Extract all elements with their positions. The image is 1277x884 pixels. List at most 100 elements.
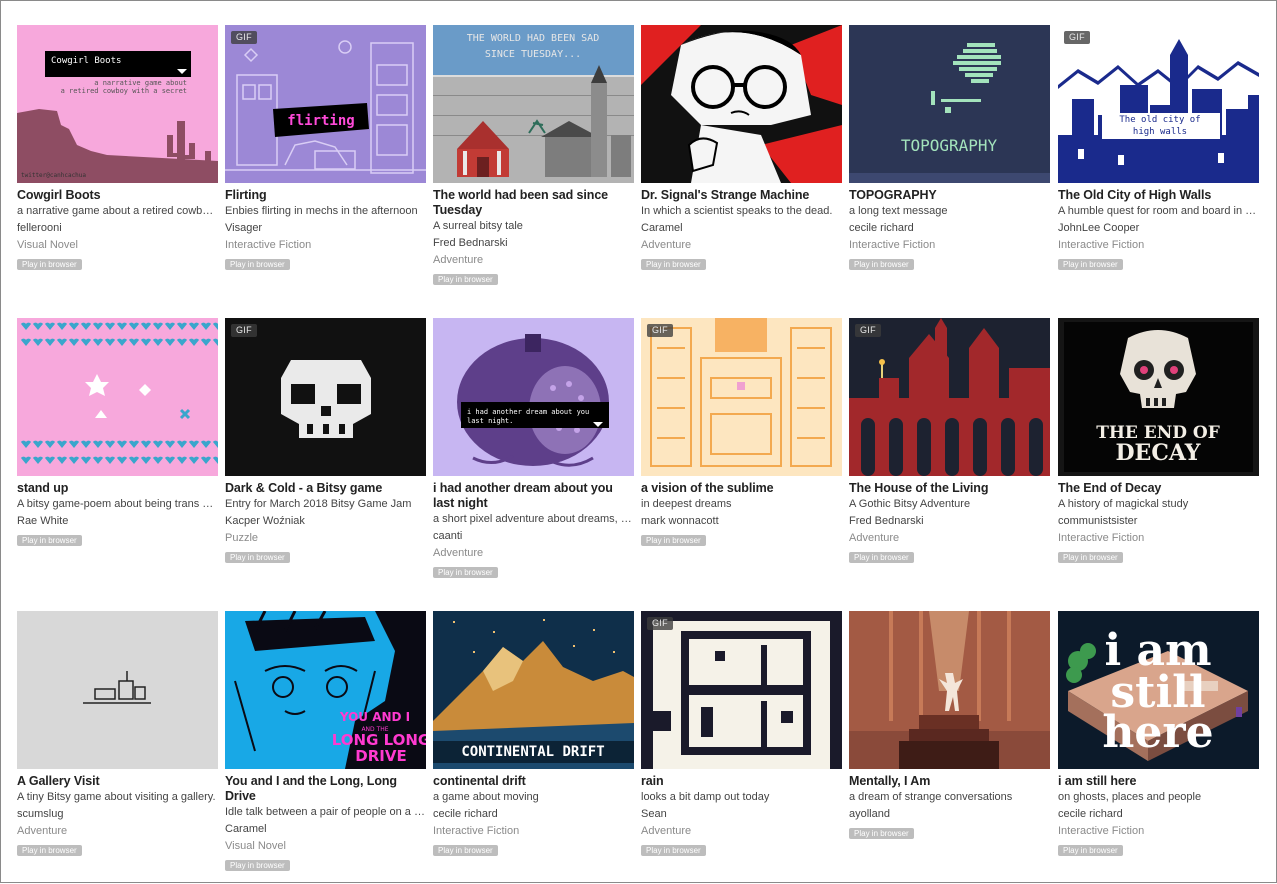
game-card[interactable]: GIF a vision of the sublime in deepest dre…	[641, 318, 842, 548]
game-title[interactable]: continental drift	[433, 774, 634, 789]
game-title[interactable]: You and I and the Long, Long Drive	[225, 774, 426, 804]
game-thumbnail[interactable]	[849, 611, 1050, 769]
play-in-browser-badge[interactable]: Play in browser	[17, 845, 82, 856]
game-author[interactable]: caanti	[433, 528, 634, 545]
game-genre[interactable]: Visual Novel	[17, 237, 218, 254]
game-title[interactable]: Dr. Signal's Strange Machine	[641, 188, 842, 203]
play-in-browser-badge[interactable]: Play in browser	[849, 259, 914, 270]
play-in-browser-badge[interactable]: Play in browser	[433, 845, 498, 856]
game-thumbnail[interactable]	[17, 318, 218, 476]
game-author[interactable]: Fred Bednarski	[433, 235, 634, 252]
play-in-browser-badge[interactable]: Play in browser	[1058, 552, 1123, 563]
game-title[interactable]: rain	[641, 774, 842, 789]
game-genre[interactable]: Interactive Fiction	[849, 237, 1050, 254]
game-title[interactable]: Flirting	[225, 188, 426, 203]
game-genre[interactable]: Adventure	[17, 823, 218, 840]
game-author[interactable]: Fred Bednarski	[849, 513, 1050, 530]
game-genre[interactable]: Interactive Fiction	[225, 237, 426, 254]
game-title[interactable]: The End of Decay	[1058, 481, 1259, 496]
play-in-browser-badge[interactable]: Play in browser	[225, 552, 290, 563]
game-thumbnail[interactable]: YOU AND I AND THE LONG LONG DRIVE	[225, 611, 426, 769]
game-card[interactable]: CONTINENTAL DRIFT continental drift a game…	[433, 611, 634, 858]
game-card[interactable]: GIF rain looks a bit damp out today Sean Adv…	[641, 611, 842, 858]
play-in-browser-badge[interactable]: Play in browser	[849, 828, 914, 839]
game-author[interactable]: cecile richard	[849, 220, 1050, 237]
game-author[interactable]: JohnLee Cooper	[1058, 220, 1259, 237]
play-in-browser-badge[interactable]: Play in browser	[849, 552, 914, 563]
game-card[interactable]: GIF Dark & Cold - a Bitsy game Entry for M…	[225, 318, 426, 565]
play-in-browser-badge[interactable]: Play in browser	[1058, 259, 1123, 270]
game-card[interactable]: flirting GIF Flirting Enbies flirting in me…	[225, 25, 426, 272]
game-title[interactable]: Cowgirl Boots	[17, 188, 218, 203]
game-title[interactable]: i had another dream about you last night	[433, 481, 634, 511]
play-in-browser-badge[interactable]: Play in browser	[225, 259, 290, 270]
game-author[interactable]: Caramel	[641, 220, 842, 237]
play-in-browser-badge[interactable]: Play in browser	[17, 259, 82, 270]
game-genre[interactable]: Adventure	[641, 823, 842, 840]
game-genre[interactable]: Adventure	[433, 545, 634, 562]
play-in-browser-badge[interactable]: Play in browser	[641, 535, 706, 546]
game-title[interactable]: The Old City of High Walls	[1058, 188, 1259, 203]
game-thumbnail[interactable]	[17, 611, 218, 769]
game-genre[interactable]: Interactive Fiction	[1058, 823, 1259, 840]
game-title[interactable]: stand up	[17, 481, 218, 496]
play-in-browser-badge[interactable]: Play in browser	[1058, 845, 1123, 856]
game-card[interactable]: Cowgirl Boots a narrative game about a ret…	[17, 25, 218, 272]
game-title[interactable]: i am still here	[1058, 774, 1259, 789]
game-author[interactable]: fellerooni	[17, 220, 218, 237]
game-title[interactable]: The world had been sad since Tuesday	[433, 188, 634, 218]
game-author[interactable]: Caramel	[225, 821, 426, 838]
game-thumbnail[interactable]: GIF	[849, 318, 1050, 476]
game-genre[interactable]: Adventure	[849, 530, 1050, 547]
game-title[interactable]: The House of the Living	[849, 481, 1050, 496]
game-card[interactable]: YOU AND I AND THE LONG LONG DRIVE You and I …	[225, 611, 426, 873]
game-thumbnail[interactable]	[641, 25, 842, 183]
play-in-browser-badge[interactable]: Play in browser	[433, 567, 498, 578]
game-thumbnail[interactable]: flirting GIF	[225, 25, 426, 183]
game-author[interactable]: scumslug	[17, 806, 218, 823]
play-in-browser-badge[interactable]: Play in browser	[433, 274, 498, 285]
game-title[interactable]: A Gallery Visit	[17, 774, 218, 789]
game-genre[interactable]: Puzzle	[225, 530, 426, 547]
play-in-browser-badge[interactable]: Play in browser	[641, 845, 706, 856]
game-title[interactable]: Dark & Cold - a Bitsy game	[225, 481, 426, 496]
game-author[interactable]: communistsister	[1058, 513, 1259, 530]
game-title[interactable]: a vision of the sublime	[641, 481, 842, 496]
game-card[interactable]: A Gallery Visit A tiny Bitsy game about v…	[17, 611, 218, 858]
game-author[interactable]: mark wonnacott	[641, 513, 842, 530]
game-card[interactable]: Dr. Signal's Strange Machine In which a s…	[641, 25, 842, 272]
game-card[interactable]: TOPOGRAPHY TOPOGRAPHY a long text message c…	[849, 25, 1050, 272]
game-card[interactable]: THE WORLD HAD BEEN SAD SINCE TUESDAY... Th…	[433, 25, 634, 287]
game-card[interactable]: stand up A bitsy game-poem about being tr…	[17, 318, 218, 548]
game-thumbnail[interactable]: i had another dream about you last night.	[433, 318, 634, 476]
game-genre[interactable]: Visual Novel	[225, 838, 426, 855]
play-in-browser-badge[interactable]: Play in browser	[641, 259, 706, 270]
game-thumbnail[interactable]: The old city of high walls GIF	[1058, 25, 1259, 183]
game-thumbnail[interactable]: TOPOGRAPHY	[849, 25, 1050, 183]
game-author[interactable]: Visager	[225, 220, 426, 237]
game-thumbnail[interactable]: THE END OF DECAY	[1058, 318, 1259, 476]
game-author[interactable]: Rae White	[17, 513, 218, 530]
game-author[interactable]: Kacper Woźniak	[225, 513, 426, 530]
game-author[interactable]: ayolland	[849, 806, 1050, 823]
game-card[interactable]: GIF The House of the Living A Gothic Bitsy…	[849, 318, 1050, 565]
game-genre[interactable]: Adventure	[641, 237, 842, 254]
game-author[interactable]: cecile richard	[1058, 806, 1259, 823]
game-title[interactable]: TOPOGRAPHY	[849, 188, 1050, 203]
game-genre[interactable]: Adventure	[433, 252, 634, 269]
game-thumbnail[interactable]: i am still here	[1058, 611, 1259, 769]
game-card[interactable]: Mentally, I Am a dream of strange convers…	[849, 611, 1050, 841]
game-thumbnail[interactable]: THE WORLD HAD BEEN SAD SINCE TUESDAY...	[433, 25, 634, 183]
game-author[interactable]: Sean	[641, 806, 842, 823]
game-card[interactable]: THE END OF DECAY The End of Decay A history…	[1058, 318, 1259, 565]
game-thumbnail[interactable]: Cowgirl Boots a narrative game about a ret…	[17, 25, 218, 183]
game-thumbnail[interactable]: GIF	[641, 611, 842, 769]
play-in-browser-badge[interactable]: Play in browser	[225, 860, 290, 871]
game-card[interactable]: i am still here i am still here on ghosts, p…	[1058, 611, 1259, 858]
game-card[interactable]: i had another dream about you last night.…	[433, 318, 634, 580]
game-thumbnail[interactable]: CONTINENTAL DRIFT	[433, 611, 634, 769]
play-in-browser-badge[interactable]: Play in browser	[17, 535, 82, 546]
game-genre[interactable]: Interactive Fiction	[1058, 237, 1259, 254]
game-genre[interactable]: Interactive Fiction	[1058, 530, 1259, 547]
game-card[interactable]: The old city of high walls GIF The Old City…	[1058, 25, 1259, 272]
